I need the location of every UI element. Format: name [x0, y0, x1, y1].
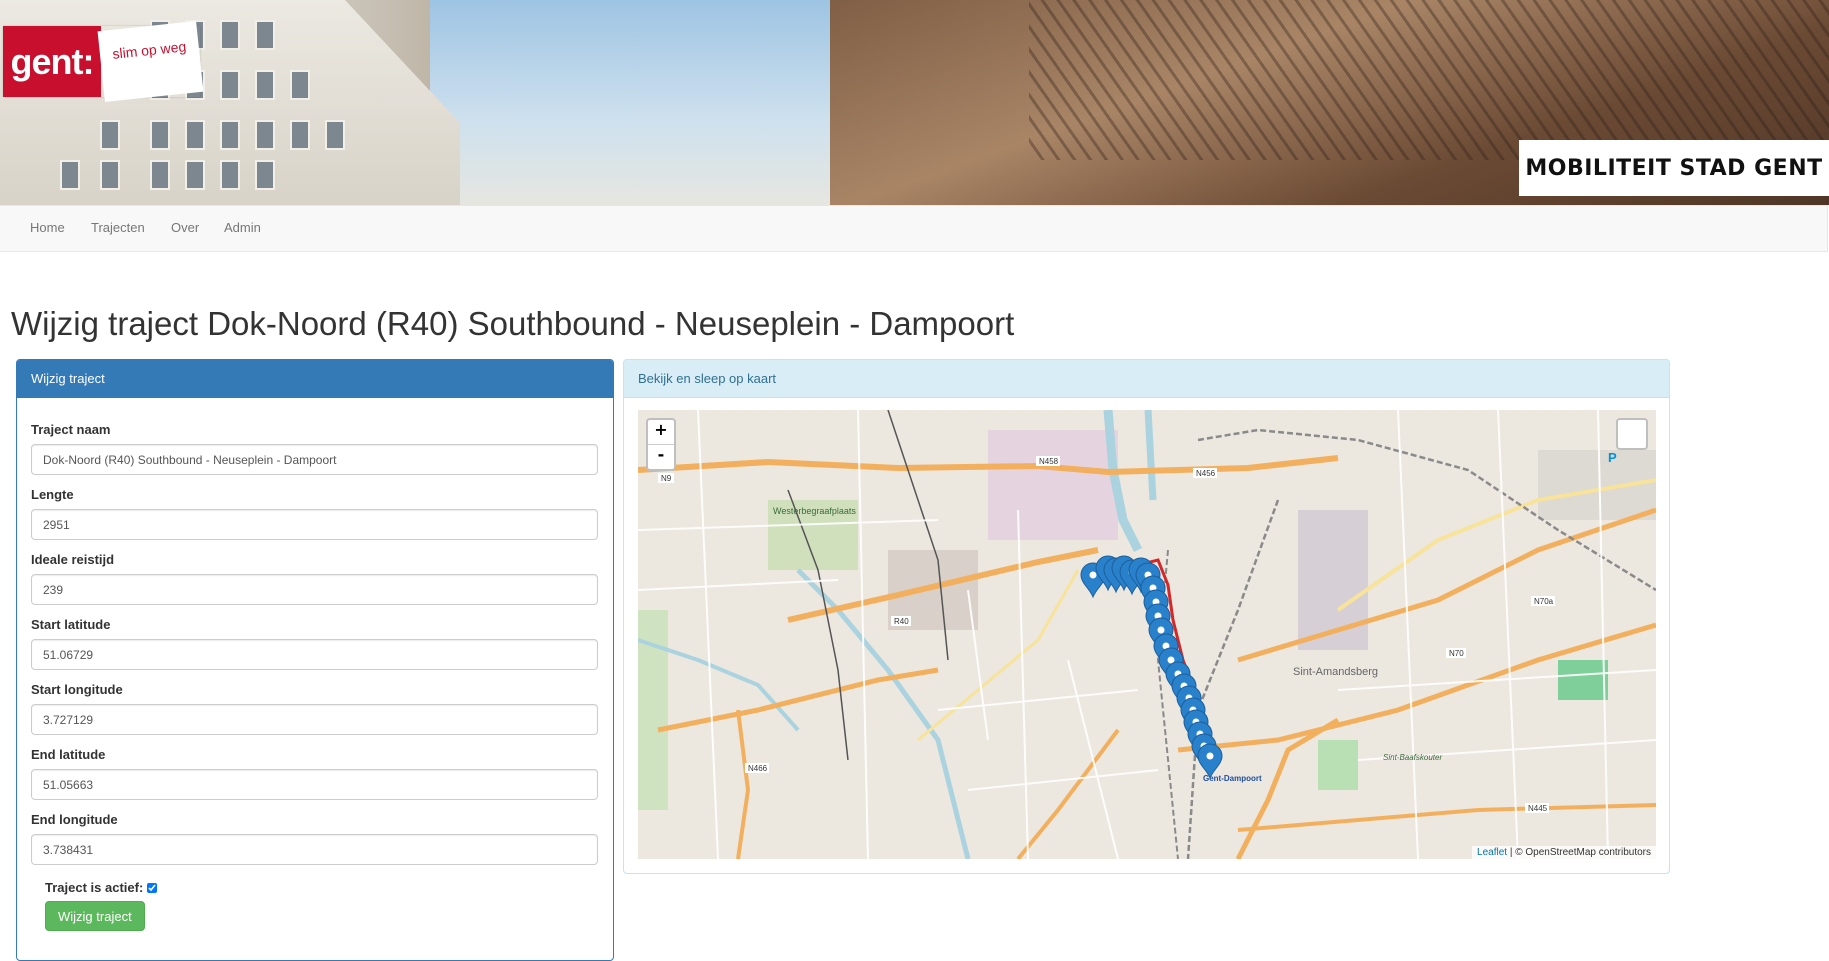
edit-route-panel-heading: Wijzig traject [17, 360, 613, 398]
nav-over[interactable]: Over [171, 220, 199, 235]
length-label: Lengte [31, 487, 74, 502]
route-map[interactable]: Westerbegraafplaats Sint-Amandsberg Gent… [638, 410, 1656, 859]
road-label: N445 [1528, 804, 1548, 813]
active-row: Traject is actief: [45, 880, 158, 895]
active-checkbox[interactable] [147, 882, 158, 893]
map-label-district: Sint-Amandsberg [1293, 666, 1378, 678]
nav-trajecten[interactable]: Trajecten [91, 220, 145, 235]
leaflet-link[interactable]: Leaflet [1477, 847, 1507, 858]
edit-route-panel: Wijzig traject Traject naam Lengte Ideal… [16, 359, 614, 961]
submit-edit-route-button[interactable]: Wijzig traject [45, 901, 145, 931]
end-latitude-input[interactable] [31, 769, 598, 800]
road-label: N70a [1534, 597, 1554, 606]
map-label-cemetery: Westerbegraafplaats [773, 506, 856, 516]
gent-logo[interactable]: gent: slim op weg [3, 21, 204, 102]
banner-sky [430, 0, 830, 205]
end-longitude-input[interactable] [31, 834, 598, 865]
map-tiles: Westerbegraafplaats Sint-Amandsberg Gent… [638, 410, 1656, 859]
map-attribution: Leaflet | © OpenStreetMap contributors [1472, 846, 1656, 859]
route-name-input[interactable] [31, 444, 598, 475]
end-longitude-label: End longitude [31, 812, 118, 827]
route-marker-dot [1157, 626, 1165, 634]
header-banner: gent: slim op weg MOBILITEIT STAD GENT [0, 0, 1829, 205]
start-longitude-label: Start longitude [31, 682, 123, 697]
route-marker-dot [1089, 571, 1097, 579]
osm-attribution-text: | © OpenStreetMap contributors [1507, 847, 1651, 858]
zoom-in-button[interactable]: + [648, 420, 674, 445]
end-latitude-label: End latitude [31, 747, 106, 762]
ideal-traveltime-label: Ideale reistijd [31, 552, 115, 567]
zoom-control: + - [646, 418, 676, 471]
ideal-traveltime-input[interactable] [31, 574, 598, 605]
start-longitude-input[interactable] [31, 704, 598, 735]
map-label-parking: P [1608, 450, 1617, 465]
road-label: N466 [748, 764, 768, 773]
road-label: N458 [1039, 457, 1059, 466]
route-marker-dot [1206, 752, 1214, 760]
page-title: Wijzig traject Dok-Noord (R40) Southboun… [11, 305, 1015, 342]
start-latitude-label: Start latitude [31, 617, 111, 632]
zoom-out-button[interactable]: - [648, 445, 674, 469]
map-panel: Bekijk en sleep op kaart Westerbegraafpl… [623, 359, 1670, 874]
nav-admin[interactable]: Admin [224, 220, 261, 235]
road-label: N9 [661, 474, 672, 483]
road-label: N70 [1449, 649, 1464, 658]
logo-slogan: slim op weg [97, 21, 204, 102]
main-navbar: Home Trajecten Over Admin [0, 205, 1828, 252]
site-brand-title: MOBILITEIT STAD GENT [1519, 140, 1829, 196]
map-label-park: Sint-Baafskouter [1383, 753, 1442, 762]
length-input[interactable] [31, 509, 598, 540]
map-panel-heading: Bekijk en sleep op kaart [624, 360, 1669, 398]
logo-gent-text: gent: [3, 26, 101, 97]
nav-home[interactable]: Home [30, 220, 65, 235]
road-label: N456 [1196, 469, 1216, 478]
route-name-label: Traject naam [31, 422, 111, 437]
start-latitude-input[interactable] [31, 639, 598, 670]
road-label: R40 [894, 617, 909, 626]
active-label: Traject is actief: [45, 880, 144, 895]
layers-control[interactable] [1616, 418, 1648, 450]
